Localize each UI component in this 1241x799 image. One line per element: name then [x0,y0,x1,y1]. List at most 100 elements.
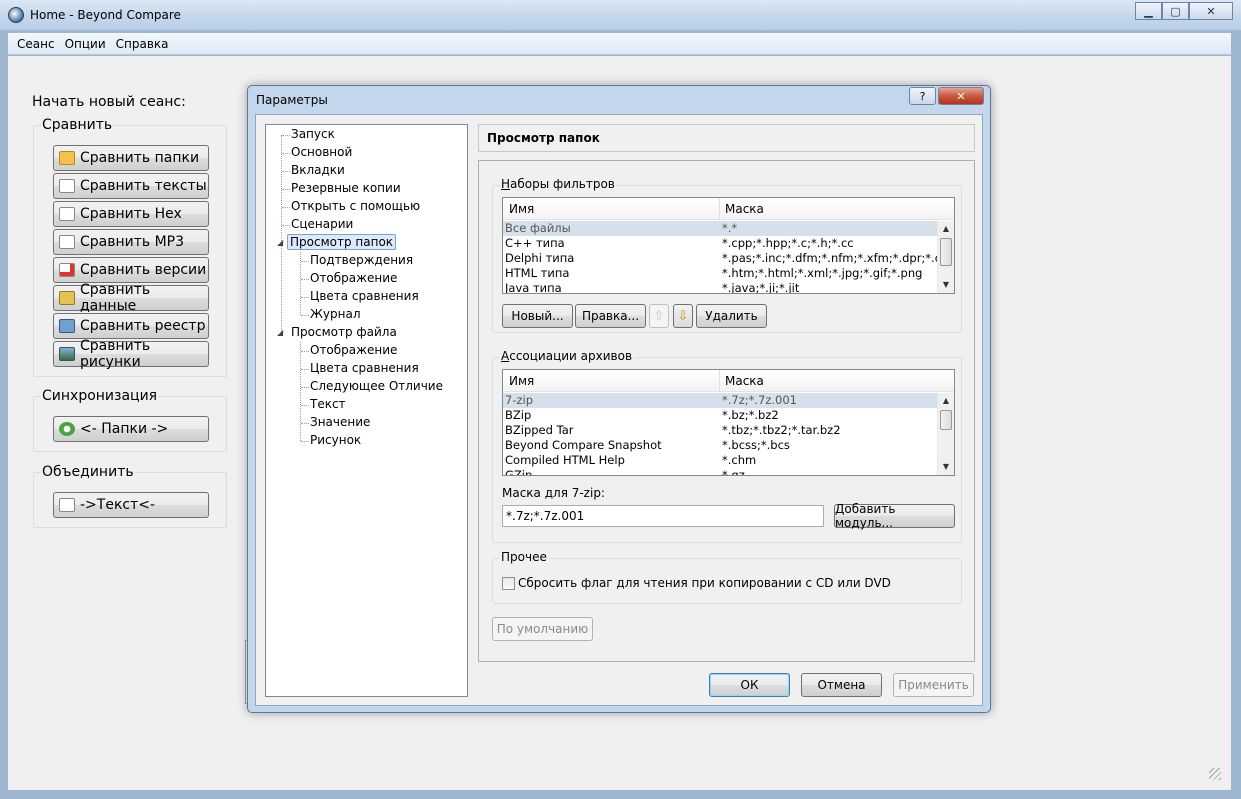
filter-row[interactable]: HTML типа *.htm;*.html;*.xml;*.jpg;*.gif;… [503,266,937,281]
defaults-button[interactable]: По умолчанию [492,617,593,641]
tree-item-folder-colors[interactable]: Цвета сравнения [310,289,419,303]
resize-grip[interactable] [1209,768,1221,780]
compare-data-button[interactable]: Сравнить данные [53,282,209,314]
compare-text-button[interactable]: Сравнить тексты [53,173,209,199]
compare-folders-button[interactable]: Сравнить папки [53,145,209,171]
tree-branch [282,135,290,136]
tree-item-scripts[interactable]: Сценарии [291,217,353,231]
move-up-button[interactable]: ⇧ [649,304,669,328]
tree-item-picture[interactable]: Рисунок [310,433,361,447]
dialog-close-button[interactable]: ✕ [938,87,984,105]
tree-item-open-with[interactable]: Открыть с помощью [291,199,420,213]
archive-mask-input[interactable]: *.7z;*.7z.001 [502,505,824,527]
arrow-down-icon: ⇩ [677,308,689,324]
menu-options[interactable]: Опции [60,37,111,51]
compare-registry-button[interactable]: Сравнить реестр [53,313,209,339]
apply-button[interactable]: Применить [893,673,974,697]
filter-col-name[interactable]: Имя [509,202,534,216]
compare-mp3-label: Сравнить MP3 [80,234,185,250]
compare-hex-button[interactable]: Сравнить Hex [53,201,209,227]
maximize-button[interactable]: ▢ [1162,2,1189,20]
tree-item-value[interactable]: Значение [310,415,370,429]
tree-item-tabs[interactable]: Вкладки [291,163,345,177]
minimize-button[interactable]: ▁ [1135,2,1162,20]
tree-item-next-diff[interactable]: Следующее Отличие [310,379,443,393]
column-separator[interactable] [719,198,720,220]
tree-item-text[interactable]: Текст [310,397,346,411]
scroll-up-icon[interactable]: ▲ [938,221,954,237]
filter-sets-list[interactable]: Имя Маска Все файлы *.* C++ типа *.cpp;*.h… [502,197,955,294]
tree-branch [301,369,309,370]
filter-sets-title: Наборы фильтров [499,177,617,191]
filter-row[interactable]: C++ типа *.cpp;*.hpp;*.c;*.h;*.cc [503,236,937,251]
archive-col-name[interactable]: Имя [509,374,534,388]
compare-group: Сравнить Сравнить папки Сравнить тексты … [33,117,227,377]
scroll-thumb[interactable] [940,410,952,430]
filter-name: C++ типа [505,236,565,250]
compare-registry-label: Сравнить реестр [80,318,206,334]
edit-filter-button[interactable]: Правка... [575,304,646,328]
tree-item-folder-view[interactable]: Просмотр папок [287,234,397,250]
tree-item-file-view[interactable]: Просмотр файла [291,325,397,339]
tree-item-startup[interactable]: Запуск [291,127,335,141]
menu-help[interactable]: Справка [111,37,174,51]
archive-col-mask[interactable]: Маска [725,374,764,388]
reset-readonly-checkbox[interactable] [502,577,515,590]
archive-mask: *.7z;*.7z.001 [722,393,797,407]
move-down-button[interactable]: ⇩ [673,304,693,328]
compare-versions-button[interactable]: Сравнить версии [53,257,209,283]
sync-folders-button[interactable]: <- Папки -> [53,416,209,442]
scroll-down-icon[interactable]: ▼ [938,459,954,475]
tree-item-backups[interactable]: Резервные копии [291,181,401,195]
column-separator[interactable] [719,370,720,392]
archive-row[interactable]: BZipped Tar *.tbz;*.tbz2;*.tar.bz2 [503,423,937,438]
tree-item-file-colors[interactable]: Цвета сравнения [310,361,419,375]
ok-button[interactable]: ОК [709,673,790,697]
new-filter-button[interactable]: Новый... [502,304,573,328]
close-button[interactable]: ✕ [1189,2,1233,20]
options-tree[interactable]: Запуск Основной Вкладки Резервные копии … [265,124,468,697]
cancel-button[interactable]: Отмена [801,673,882,697]
merge-text-button[interactable]: ->Текст<- [53,492,209,518]
tree-line [281,135,282,333]
tree-branch [301,423,309,424]
archive-row[interactable]: BZip *.bz;*.bz2 [503,408,937,423]
reset-readonly-label[interactable]: Сбросить флаг для чтения при копировании… [518,576,891,590]
main-titlebar[interactable]: Home - Beyond Compare ▁ ▢ ✕ [0,0,1241,30]
archive-row[interactable]: 7-zip *.7z;*.7z.001 [503,393,937,408]
archive-row[interactable]: Beyond Compare Snapshot *.bcss;*.bcs [503,438,937,453]
archive-row[interactable]: GZip *.gz [503,468,937,475]
dialog-help-button[interactable]: ? [909,87,936,105]
delete-filter-button[interactable]: Удалить [696,304,767,328]
tree-branch [282,189,290,190]
tree-item-file-display[interactable]: Отображение [310,343,397,357]
compare-pictures-button[interactable]: Сравнить рисунки [53,338,209,370]
filter-row[interactable]: Все файлы *.* [503,221,937,236]
filter-list-scrollbar[interactable]: ▲ ▼ [937,221,954,293]
filter-mask: *.htm;*.html;*.xml;*.jpg;*.gif;*.png [722,266,923,280]
filter-col-mask[interactable]: Маска [725,202,764,216]
tree-collapse-icon[interactable]: ◢ [277,328,283,337]
tree-branch [301,261,309,262]
tree-item-general[interactable]: Основной [291,145,352,159]
scroll-thumb[interactable] [940,238,952,266]
archive-row[interactable]: Compiled HTML Help *.chm [503,453,937,468]
tree-collapse-icon[interactable]: ◢ [277,238,283,247]
archive-associations-title-rest: ссоциации архивов [509,349,633,363]
tree-item-folder-display[interactable]: Отображение [310,271,397,285]
scroll-up-icon[interactable]: ▲ [938,393,954,409]
archive-list[interactable]: Имя Маска 7-zip *.7z;*.7z.001 BZip *.bz;*.… [502,369,955,476]
filter-row[interactable]: Java типа *.java;*.ji;*.jit [503,281,937,293]
add-module-button[interactable]: Добавить модуль... [834,502,955,530]
filter-sets-group: Наборы фильтров Имя Маска Все файлы *.* C… [492,177,962,333]
tree-item-log[interactable]: Журнал [310,307,361,321]
tree-branch [282,171,290,172]
scroll-down-icon[interactable]: ▼ [938,277,954,293]
other-group-title: Прочее [499,550,549,564]
compare-mp3-button[interactable]: Сравнить MP3 [53,229,209,255]
minimize-icon: ▁ [1144,4,1153,18]
archive-list-scrollbar[interactable]: ▲ ▼ [937,393,954,475]
menu-session[interactable]: Сеанс [12,37,60,51]
filter-row[interactable]: Delphi типа *.pas;*.inc;*.dfm;*.nfm;*.xfm… [503,251,954,266]
tree-item-confirmations[interactable]: Подтверждения [310,253,413,267]
